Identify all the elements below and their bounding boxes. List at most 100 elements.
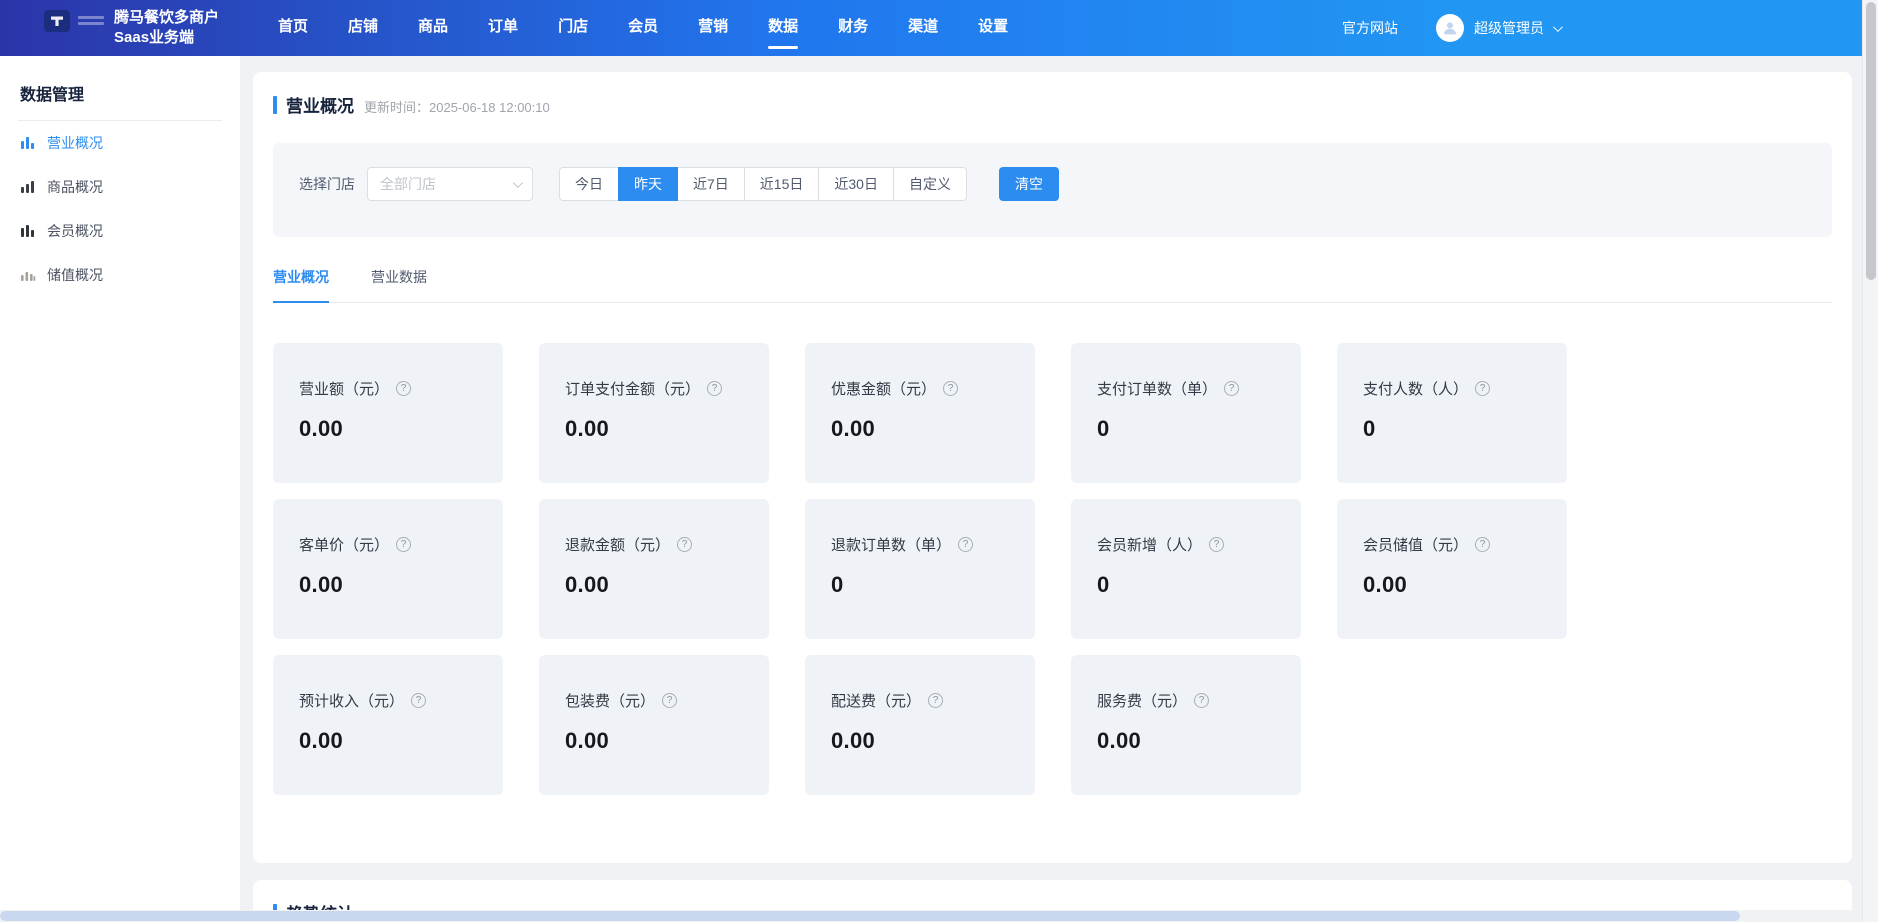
question-icon[interactable] — [707, 381, 722, 396]
official-site-link[interactable]: 官方网站 — [1342, 18, 1398, 38]
bar-chart-icon — [20, 267, 36, 283]
stat-value: 0 — [1097, 572, 1275, 598]
sidebar: 数据管理 营业概况 商品概况 会员概况 — [0, 56, 240, 922]
title-accent-bar — [273, 96, 277, 114]
stat-label: 订单支付金额（元） — [565, 378, 743, 399]
question-icon[interactable] — [1475, 381, 1490, 396]
nav-item-store[interactable]: 门店 — [538, 0, 608, 56]
question-icon[interactable] — [677, 537, 692, 552]
clear-button[interactable]: 清空 — [999, 167, 1059, 201]
stat-card-order-paid-amount: 订单支付金额（元） 0.00 — [539, 343, 769, 483]
stat-value: 0 — [1363, 416, 1541, 442]
horizontal-scrollbar — [0, 910, 1862, 922]
chevron-down-icon — [513, 178, 523, 188]
horizontal-scrollbar-thumb[interactable] — [0, 911, 1740, 921]
range-15d-button[interactable]: 近15日 — [744, 167, 820, 201]
nav-item-channel[interactable]: 渠道 — [888, 0, 958, 56]
stat-card-paid-orders: 支付订单数（单） 0 — [1071, 343, 1301, 483]
stat-card-estimated-income: 预计收入（元） 0.00 — [273, 655, 503, 795]
stat-label-text: 会员新增（人） — [1097, 534, 1202, 555]
logo-subtext-decoration — [78, 16, 104, 25]
question-icon[interactable] — [1209, 537, 1224, 552]
stat-label: 服务费（元） — [1097, 690, 1275, 711]
sidebar-item-stored-value-overview[interactable]: 储值概况 — [0, 253, 240, 297]
nav-item-member[interactable]: 会员 — [608, 0, 678, 56]
stat-value: 0.00 — [831, 416, 1009, 442]
stat-value: 0 — [831, 572, 1009, 598]
stat-label-text: 退款金额（元） — [565, 534, 670, 555]
sidebar-item-business-overview[interactable]: 营业概况 — [0, 121, 240, 165]
nav-item-marketing[interactable]: 营销 — [678, 0, 748, 56]
question-icon[interactable] — [1224, 381, 1239, 396]
store-select-placeholder: 全部门店 — [380, 174, 436, 194]
nav-item-shop[interactable]: 店铺 — [328, 0, 398, 56]
stat-value: 0.00 — [299, 728, 477, 754]
main-content: 营业概况 更新时间：2025-06-18 12:00:10 选择门店 全部门店 … — [240, 56, 1862, 922]
stat-value: 0.00 — [565, 416, 743, 442]
nav-item-goods[interactable]: 商品 — [398, 0, 468, 56]
sidebar-item-label: 会员概况 — [47, 221, 103, 241]
stat-label: 会员储值（元） — [1363, 534, 1541, 555]
range-30d-button[interactable]: 近30日 — [818, 167, 894, 201]
question-icon[interactable] — [928, 693, 943, 708]
stat-label-text: 优惠金额（元） — [831, 378, 936, 399]
stat-label-text: 预计收入（元） — [299, 690, 404, 711]
stat-label-text: 服务费（元） — [1097, 690, 1187, 711]
stat-card-new-members: 会员新增（人） 0 — [1071, 499, 1301, 639]
stat-label-text: 会员储值（元） — [1363, 534, 1468, 555]
nav-item-data[interactable]: 数据 — [748, 0, 818, 56]
stat-card-paying-users: 支付人数（人） 0 — [1337, 343, 1567, 483]
stat-label: 退款金额（元） — [565, 534, 743, 555]
update-time: 更新时间：2025-06-18 12:00:10 — [364, 94, 550, 116]
question-icon[interactable] — [943, 381, 958, 396]
nav-item-home[interactable]: 首页 — [258, 0, 328, 56]
stat-label: 预计收入（元） — [299, 690, 477, 711]
nav-menu: 首页 店铺 商品 订单 门店 会员 营销 数据 财务 渠道 设置 — [258, 0, 1028, 56]
logo-icon — [44, 10, 70, 32]
range-today-button[interactable]: 今日 — [559, 167, 619, 201]
user-menu[interactable]: 超级管理员 — [1474, 18, 1544, 38]
avatar[interactable] — [1436, 14, 1464, 42]
sidebar-item-label: 营业概况 — [47, 133, 103, 153]
nav-item-finance[interactable]: 财务 — [818, 0, 888, 56]
stat-value: 0.00 — [1363, 572, 1541, 598]
sidebar-item-goods-overview[interactable]: 商品概况 — [0, 165, 240, 209]
nav-right: 官方网站 超级管理员 — [1342, 14, 1862, 42]
question-icon[interactable] — [1475, 537, 1490, 552]
question-icon[interactable] — [1194, 693, 1209, 708]
vertical-scrollbar-thumb[interactable] — [1866, 2, 1876, 280]
stat-card-refund-amount: 退款金额（元） 0.00 — [539, 499, 769, 639]
range-7d-button[interactable]: 近7日 — [677, 167, 745, 201]
update-time-label: 更新时间： — [364, 100, 429, 115]
stat-card-avg-order-value: 客单价（元） 0.00 — [273, 499, 503, 639]
range-custom-button[interactable]: 自定义 — [893, 167, 967, 201]
stat-card-discount-amount: 优惠金额（元） 0.00 — [805, 343, 1035, 483]
chevron-down-icon[interactable] — [1553, 22, 1563, 32]
stat-card-delivery-fee: 配送费（元） 0.00 — [805, 655, 1035, 795]
nav-item-settings[interactable]: 设置 — [958, 0, 1028, 56]
store-select[interactable]: 全部门店 — [367, 167, 533, 201]
stat-value: 0.00 — [565, 728, 743, 754]
sidebar-item-member-overview[interactable]: 会员概况 — [0, 209, 240, 253]
stat-value: 0.00 — [831, 728, 1009, 754]
question-icon[interactable] — [958, 537, 973, 552]
question-icon[interactable] — [396, 381, 411, 396]
bar-chart-icon — [20, 179, 36, 195]
date-range-group: 今日 昨天 近7日 近15日 近30日 自定义 — [559, 167, 967, 201]
tab-business-overview[interactable]: 营业概况 — [273, 267, 329, 303]
stat-label: 支付订单数（单） — [1097, 378, 1275, 399]
stat-card-refund-orders: 退款订单数（单） 0 — [805, 499, 1035, 639]
stat-label-text: 支付人数（人） — [1363, 378, 1468, 399]
stat-value: 0 — [1097, 416, 1275, 442]
update-time-value: 2025-06-18 12:00:10 — [429, 100, 550, 115]
sidebar-item-label: 商品概况 — [47, 177, 103, 197]
bar-chart-icon — [20, 223, 36, 239]
question-icon[interactable] — [662, 693, 677, 708]
nav-item-order[interactable]: 订单 — [468, 0, 538, 56]
stat-label-text: 退款订单数（单） — [831, 534, 951, 555]
question-icon[interactable] — [396, 537, 411, 552]
question-icon[interactable] — [411, 693, 426, 708]
range-yesterday-button[interactable]: 昨天 — [618, 167, 678, 201]
stat-label-text: 配送费（元） — [831, 690, 921, 711]
tab-business-data[interactable]: 营业数据 — [371, 267, 427, 302]
